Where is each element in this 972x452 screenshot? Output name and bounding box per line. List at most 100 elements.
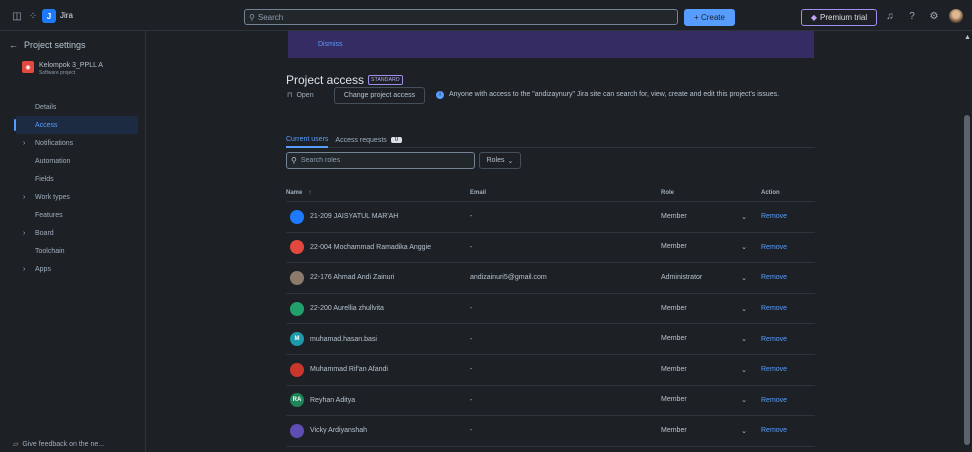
- sidebar-item-details[interactable]: Details: [0, 98, 146, 116]
- role-select[interactable]: Member ⌄: [661, 243, 761, 251]
- role-value: Administrator: [661, 273, 703, 281]
- sidebar-toggle-icon[interactable]: ◫: [9, 8, 25, 24]
- user-avatar: M: [290, 332, 304, 347]
- user-name: 22-176 Ahmad Andi Zainuri: [310, 274, 395, 282]
- remove-user-link[interactable]: Remove: [761, 305, 815, 312]
- remove-user-link[interactable]: Remove: [761, 336, 815, 343]
- table-row: RA Reyhan Aditya - Member ⌄ Remove: [286, 386, 815, 417]
- roles-filter-button[interactable]: Roles ⌄: [479, 152, 521, 169]
- tab-access-requests[interactable]: Access requests 0: [335, 132, 403, 148]
- back-to-project-link[interactable]: ← Project settings: [9, 40, 86, 50]
- table-row: 21-209 JAISYATUL MAR'AH - Member ⌄ Remove: [286, 202, 815, 233]
- sidebar-item-notifications[interactable]: › Notifications: [0, 134, 146, 152]
- scroll-up-icon[interactable]: ▲: [964, 34, 971, 41]
- user-email: -: [470, 243, 473, 251]
- feedback-icon: ▱: [13, 441, 19, 448]
- remove-user-link[interactable]: Remove: [761, 274, 815, 281]
- sidebar-item-access[interactable]: Access: [14, 116, 138, 134]
- chevron-down-icon: ⌄: [741, 305, 747, 313]
- role-select[interactable]: Member ⌄: [661, 396, 761, 404]
- table-row: Muhammad Rif'an Afandi - Member ⌄ Remove: [286, 355, 815, 386]
- app-name[interactable]: Jira: [60, 11, 73, 20]
- give-feedback-link[interactable]: ▱ Give feedback on the ne...: [13, 440, 105, 449]
- scrollbar-thumb[interactable]: [964, 115, 970, 445]
- name-column-header[interactable]: Name ↑: [286, 190, 470, 196]
- sidebar-item-automation[interactable]: Automation: [0, 152, 146, 170]
- sidebar-item-features[interactable]: Features: [0, 206, 146, 224]
- sidebar-item-label: Notifications: [35, 139, 74, 147]
- table-row: Mmuhamad.hasan.basi - Member ⌄ Remove: [286, 324, 815, 355]
- user-avatar: [290, 209, 304, 224]
- project-settings-sidebar: ← Project settings ◉ Kelompok 3_PPLL A S…: [0, 31, 146, 452]
- gem-icon: ◆: [810, 13, 818, 22]
- role-value: Member: [661, 426, 687, 434]
- remove-user-link[interactable]: Remove: [761, 213, 815, 220]
- role-select[interactable]: Administrator ⌄: [661, 274, 761, 282]
- search-icon: ⚲: [249, 12, 255, 22]
- main-content: Dismiss Project access STANDARD ⊓ Open C…: [146, 31, 962, 452]
- user-name: 22-004 Mochammad Ramadika Anggie: [310, 243, 432, 251]
- role-value: Member: [661, 396, 687, 404]
- user-avatar: [290, 270, 304, 285]
- email-column-header: Email: [470, 190, 487, 196]
- role-select[interactable]: Member ⌄: [661, 366, 761, 374]
- user-name-cell: 22-200 Aurellia zhullvita: [286, 301, 470, 316]
- remove-user-link[interactable]: Remove: [761, 244, 815, 251]
- change-project-access-button[interactable]: Change project access: [334, 87, 425, 104]
- tab-label: Access requests: [335, 136, 387, 144]
- settings-gear-icon[interactable]: ⚙: [927, 8, 941, 24]
- sidebar-item-label: Toolchain: [35, 247, 65, 255]
- arrow-up-icon: ↑: [308, 190, 312, 196]
- app-switcher-icon[interactable]: ⁘: [25, 8, 41, 24]
- sidebar-item-board[interactable]: › Board: [0, 224, 146, 242]
- page-title: Project access STANDARD: [286, 73, 403, 87]
- premium-trial-label: Premium trial: [820, 13, 868, 22]
- user-name-cell: RA Reyhan Aditya: [286, 393, 470, 408]
- remove-user-link[interactable]: Remove: [761, 397, 815, 404]
- role-select[interactable]: Member ⌄: [661, 335, 761, 343]
- chevron-down-icon: ⌄: [741, 427, 747, 435]
- user-avatar[interactable]: [949, 9, 963, 23]
- user-email: andizainuri5@gmail.com: [470, 274, 547, 282]
- chevron-down-icon: ⌄: [507, 157, 514, 165]
- create-button[interactable]: + Create: [684, 9, 735, 26]
- page-scrollbar[interactable]: ▲: [962, 31, 972, 452]
- remove-user-link[interactable]: Remove: [761, 366, 815, 373]
- sidebar-item-toolchain[interactable]: Toolchain: [0, 242, 146, 260]
- chevron-down-icon: ⌄: [741, 336, 747, 344]
- user-email: -: [470, 366, 473, 374]
- sidebar-item-label: Features: [35, 211, 63, 219]
- chevron-right-icon: ›: [23, 193, 26, 201]
- project-settings-heading: Project settings: [24, 40, 86, 50]
- user-email: -: [470, 335, 473, 343]
- sidebar-item-work-types[interactable]: › Work types: [0, 188, 146, 206]
- role-select[interactable]: Member ⌄: [661, 427, 761, 435]
- arrow-left-icon: ←: [9, 40, 18, 50]
- help-icon[interactable]: ?: [905, 8, 919, 24]
- access-info: i Anyone with access to the "andizaynury…: [436, 90, 816, 100]
- sidebar-item-fields[interactable]: Fields: [0, 170, 146, 188]
- chevron-down-icon: ⌄: [741, 397, 747, 405]
- feedback-label: Give feedback on the ne...: [22, 440, 105, 448]
- sidebar-item-label: Access: [35, 121, 58, 129]
- column-label: Name: [286, 190, 303, 196]
- role-select[interactable]: Member ⌄: [661, 305, 761, 313]
- remove-user-link[interactable]: Remove: [761, 427, 815, 434]
- search-roles-input[interactable]: [300, 157, 461, 164]
- user-name-cell: 21-209 JAISYATUL MAR'AH: [286, 209, 470, 224]
- sidebar-item-apps[interactable]: › Apps: [0, 260, 146, 278]
- notifications-icon[interactable]: ♫: [883, 8, 897, 24]
- chevron-down-icon: ⌄: [741, 244, 747, 252]
- tab-current-users[interactable]: Current users: [286, 132, 329, 148]
- chevron-down-icon: ⌄: [741, 274, 747, 282]
- chevron-right-icon: ›: [23, 229, 26, 237]
- global-search[interactable]: ⚲: [244, 9, 678, 25]
- user-name: Muhammad Rif'an Afandi: [310, 366, 388, 374]
- premium-trial-button[interactable]: ◆ Premium trial: [801, 9, 877, 26]
- role-select[interactable]: Member ⌄: [661, 213, 761, 221]
- global-search-input[interactable]: [257, 12, 658, 22]
- sidebar-item-label: Details: [35, 103, 57, 111]
- roles-search[interactable]: ⚲: [286, 152, 475, 169]
- dismiss-link[interactable]: Dismiss: [318, 41, 343, 48]
- jira-logo-icon[interactable]: J: [42, 9, 56, 23]
